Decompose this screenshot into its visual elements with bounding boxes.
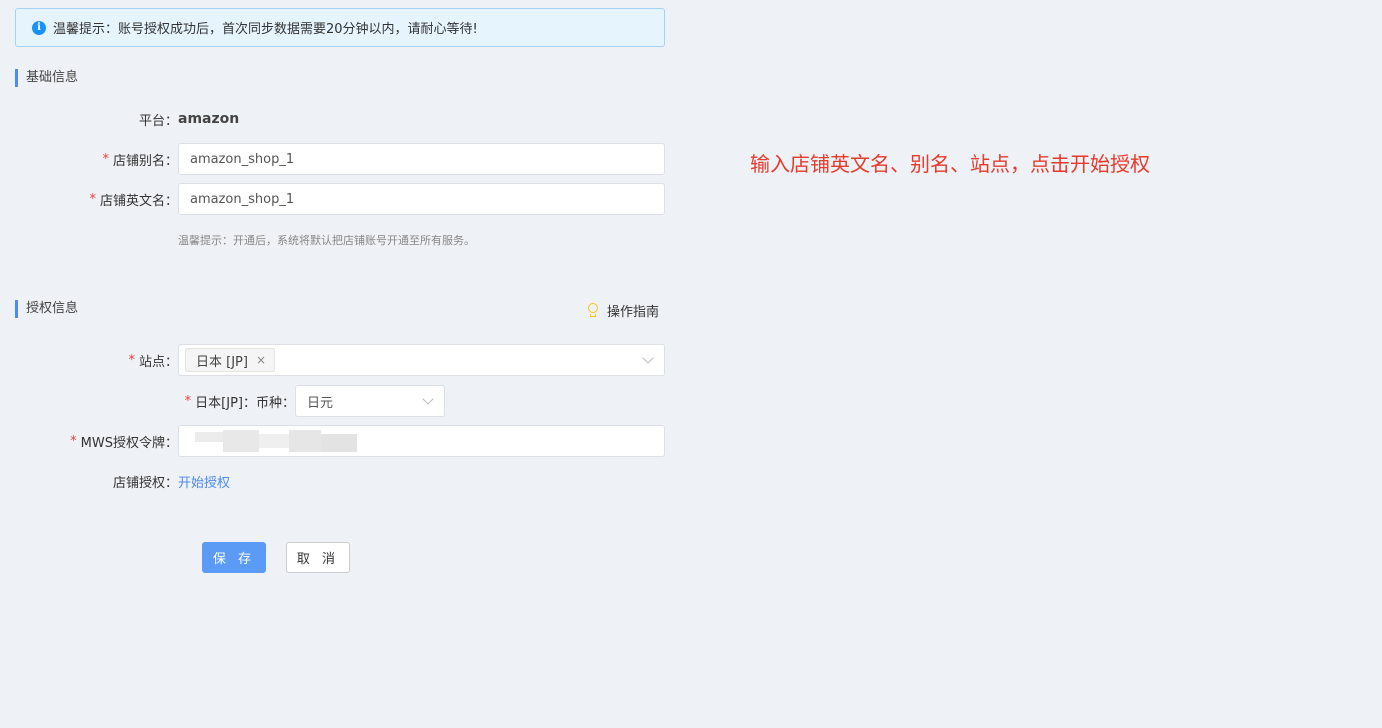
site-select[interactable]: 日本 [JP] × bbox=[178, 344, 665, 376]
currency-value: 日元 bbox=[307, 395, 334, 411]
basic-hint: 温馨提示：开通后，系统将默认把店铺账号开通至所有服务。 bbox=[178, 234, 475, 247]
mws-token-input[interactable] bbox=[178, 425, 665, 457]
section-title-auth: 授权信息 bbox=[15, 300, 78, 318]
redacted-block bbox=[223, 430, 259, 452]
shop-alias-input[interactable]: amazon_shop_1 bbox=[178, 143, 665, 175]
shop-english-name-input[interactable]: amazon_shop_1 bbox=[178, 183, 665, 215]
required-mark: * bbox=[70, 433, 77, 449]
currency-label-row: * 日本[JP]：币种： bbox=[0, 391, 295, 411]
operation-guide-link[interactable]: 操作指南 bbox=[587, 301, 659, 320]
required-mark: * bbox=[102, 151, 109, 167]
currency-select[interactable]: 日元 bbox=[295, 385, 445, 417]
tag-close-icon[interactable]: × bbox=[256, 353, 266, 367]
cancel-button[interactable]: 取 消 bbox=[286, 542, 350, 573]
redacted-block bbox=[259, 434, 289, 448]
platform-label: 平台： bbox=[138, 113, 178, 129]
lightbulb-icon bbox=[587, 302, 599, 319]
site-tag-label: 日本 [JP] bbox=[196, 354, 248, 370]
section-title-basic: 基础信息 bbox=[15, 69, 78, 87]
platform-row: 平台： amazon bbox=[0, 109, 239, 129]
site-label-row: * 站点： bbox=[0, 350, 178, 370]
required-mark: * bbox=[184, 393, 192, 409]
info-notice: i 温馨提示：账号授权成功后，首次同步数据需要20分钟以内，请耐心等待! bbox=[15, 8, 665, 47]
chevron-down-icon bbox=[642, 352, 654, 364]
shop-alias-label-row: * 店铺别名： bbox=[0, 149, 178, 169]
start-auth-link[interactable]: 开始授权 bbox=[178, 472, 230, 491]
shop-english-name-label-row: * 店铺英文名： bbox=[0, 189, 178, 209]
instruction-annotation: 输入店铺英文名、别名、站点，点击开始授权 bbox=[750, 152, 1150, 176]
operation-guide-label: 操作指南 bbox=[607, 305, 660, 320]
shop-alias-label: 店铺别名： bbox=[112, 153, 178, 169]
site-tag: 日本 [JP] × bbox=[185, 348, 276, 372]
platform-value: amazon bbox=[178, 111, 240, 127]
chevron-down-icon bbox=[422, 393, 434, 405]
page: i 温馨提示：账号授权成功后，首次同步数据需要20分钟以内，请耐心等待! 基础信… bbox=[0, 0, 1382, 728]
site-label: 站点： bbox=[138, 354, 178, 370]
mws-token-label: MWS授权令牌： bbox=[80, 435, 178, 451]
save-button[interactable]: 保 存 bbox=[202, 542, 266, 573]
shop-english-name-label: 店铺英文名： bbox=[99, 193, 178, 209]
shop-auth-label: 店铺授权： bbox=[112, 475, 178, 491]
notice-text: 温馨提示：账号授权成功后，首次同步数据需要20分钟以内，请耐心等待! bbox=[53, 22, 478, 37]
shop-auth-row: 店铺授权： 开始授权 bbox=[0, 471, 230, 491]
redacted-block bbox=[321, 434, 357, 452]
required-mark: * bbox=[128, 352, 135, 368]
redacted-block bbox=[289, 430, 321, 452]
required-mark: * bbox=[89, 191, 96, 207]
currency-label: 日本[JP]：币种： bbox=[195, 395, 295, 411]
shop-alias-value: amazon_shop_1 bbox=[190, 151, 295, 167]
shop-english-name-value: amazon_shop_1 bbox=[190, 191, 295, 207]
mws-token-label-row: * MWS授权令牌： bbox=[0, 431, 178, 451]
info-icon: i bbox=[32, 20, 46, 35]
